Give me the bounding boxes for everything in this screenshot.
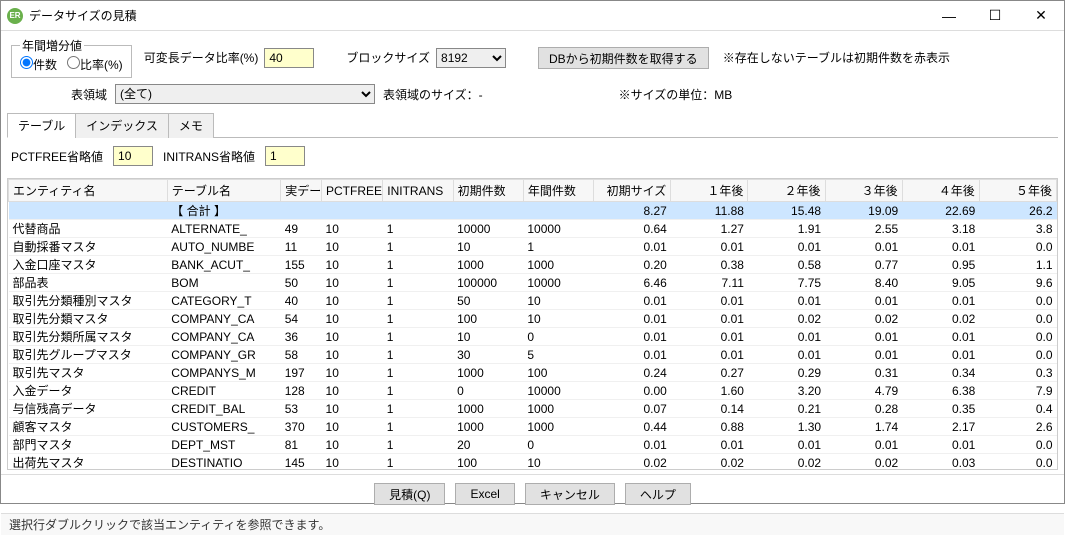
help-button[interactable]: ヘルプ <box>625 483 691 505</box>
th-y2[interactable]: ２年後 <box>748 180 825 202</box>
th-entity[interactable]: エンティティ名 <box>9 180 168 202</box>
th-y3[interactable]: ３年後 <box>825 180 902 202</box>
table-row[interactable]: 入金口座マスタBANK_ACUT_155101100010000.200.380… <box>9 256 1057 274</box>
th-initsize[interactable]: 初期サイズ <box>594 180 671 202</box>
table-row[interactable]: 取引先分類マスタCOMPANY_CA54101100100.010.010.02… <box>9 310 1057 328</box>
th-yearcount[interactable]: 年間件数 <box>523 180 593 202</box>
close-button[interactable]: ✕ <box>1018 1 1064 31</box>
table-row[interactable]: 取引先分類種別マスタCATEGORY_T4010150100.010.010.0… <box>9 292 1057 310</box>
radio-count[interactable]: 件数 <box>20 56 57 73</box>
radio-count-input[interactable] <box>20 56 33 69</box>
estimate-button[interactable]: 見積(Q) <box>374 483 445 505</box>
footer-buttons: 見積(Q) Excel キャンセル ヘルプ <box>1 474 1064 513</box>
unit-note: ※サイズの単位：MB <box>619 86 733 103</box>
year-increment-legend: 年間増分値 <box>20 37 84 54</box>
minimize-button[interactable]: ― <box>926 1 972 31</box>
table-scroll[interactable]: エンティティ名 テーブル名 実データ PCTFREE INITRANS 初期件数… <box>8 179 1057 469</box>
initrans-default-label: INITRANS省略値 <box>163 148 255 165</box>
tab-memo[interactable]: メモ <box>168 113 214 138</box>
th-initrans[interactable]: INITRANS <box>383 180 453 202</box>
table-row[interactable]: 部品表BOM50101100000100006.467.117.758.409.… <box>9 274 1057 292</box>
radio-ratio[interactable]: 比率(%) <box>67 56 123 73</box>
app-icon: ER <box>7 8 23 24</box>
fetch-db-button[interactable]: DBから初期件数を取得する <box>538 47 709 69</box>
varlen-label: 可変長データ比率(%) <box>144 49 259 66</box>
titlebar: ER データサイズの見積 ― ☐ ✕ <box>1 1 1064 31</box>
tabs: テーブル インデックス メモ <box>7 112 1058 138</box>
th-pctfree[interactable]: PCTFREE <box>322 180 383 202</box>
table-row[interactable]: 与信残高データCREDIT_BAL53101100010000.070.140.… <box>9 400 1057 418</box>
cancel-button[interactable]: キャンセル <box>525 483 615 505</box>
excel-button[interactable]: Excel <box>455 483 514 505</box>
radio-ratio-input[interactable] <box>67 56 80 69</box>
table-row[interactable]: 自動採番マスタAUTO_NUMBE111011010.010.010.010.0… <box>9 238 1057 256</box>
tab-index[interactable]: インデックス <box>75 113 169 138</box>
table-row[interactable]: 出荷先マスタDESTINATIO145101100100.020.020.020… <box>9 454 1057 470</box>
table-row[interactable]: 顧客マスタCUSTOMERS_370101100010000.440.881.3… <box>9 418 1057 436</box>
table-row[interactable]: 取引先分類所属マスタCOMPANY_CA361011000.010.010.01… <box>9 328 1057 346</box>
pctfree-default-input[interactable] <box>113 146 153 166</box>
initrans-default-input[interactable] <box>265 146 305 166</box>
table-row[interactable]: 入金データCREDIT1281010100000.001.603.204.796… <box>9 382 1057 400</box>
blocksize-label: ブロックサイズ <box>346 49 430 66</box>
th-initcount[interactable]: 初期件数 <box>453 180 523 202</box>
varlen-input[interactable] <box>264 48 314 68</box>
status-bar: 選択行ダブルクリックで該当エンティティを参照できます。 <box>1 513 1064 535</box>
table-row[interactable]: 取引先マスタCOMPANYS_M19710110001000.240.270.2… <box>9 364 1057 382</box>
th-table[interactable]: テーブル名 <box>167 180 280 202</box>
maximize-button[interactable]: ☐ <box>972 1 1018 31</box>
th-y5[interactable]: ５年後 <box>979 180 1056 202</box>
table-row[interactable]: 部門マスタDEPT_MST811012000.010.010.010.010.0… <box>9 436 1057 454</box>
blocksize-select[interactable]: 8192 <box>436 48 506 68</box>
warn-label: ※存在しないテーブルは初期件数を赤表示 <box>723 49 950 66</box>
table-row[interactable]: 取引先グループマスタCOMPANY_GR581013050.010.010.01… <box>9 346 1057 364</box>
window-title: データサイズの見積 <box>29 7 926 24</box>
area-label: 表領域 <box>71 86 107 103</box>
data-table: エンティティ名 テーブル名 実データ PCTFREE INITRANS 初期件数… <box>8 179 1057 469</box>
header-row: エンティティ名 テーブル名 実データ PCTFREE INITRANS 初期件数… <box>9 180 1057 202</box>
year-increment-group: 年間増分値 件数 比率(%) <box>11 37 132 78</box>
upper-panel: 年間増分値 件数 比率(%) 可変長データ比率(%) ブロックサイズ 8192 … <box>1 31 1064 108</box>
area-select[interactable]: (全て) <box>115 84 375 104</box>
tab-body: PCTFREE省略値 INITRANS省略値 <box>1 138 1064 174</box>
area-size-label: 表領域のサイズ：- <box>383 86 483 103</box>
table-container: エンティティ名 テーブル名 実データ PCTFREE INITRANS 初期件数… <box>7 178 1058 470</box>
th-real[interactable]: 実データ <box>281 180 322 202</box>
table-body: 【 合計 】8.2711.8815.4819.0922.6926.2代替商品AL… <box>9 202 1057 470</box>
pctfree-default-label: PCTFREE省略値 <box>11 148 103 165</box>
tab-table[interactable]: テーブル <box>7 113 76 138</box>
total-row[interactable]: 【 合計 】8.2711.8815.4819.0922.6926.2 <box>9 202 1057 220</box>
table-row[interactable]: 代替商品ALTERNATE_4910110000100000.641.271.9… <box>9 220 1057 238</box>
th-y1[interactable]: １年後 <box>671 180 748 202</box>
th-y4[interactable]: ４年後 <box>902 180 979 202</box>
